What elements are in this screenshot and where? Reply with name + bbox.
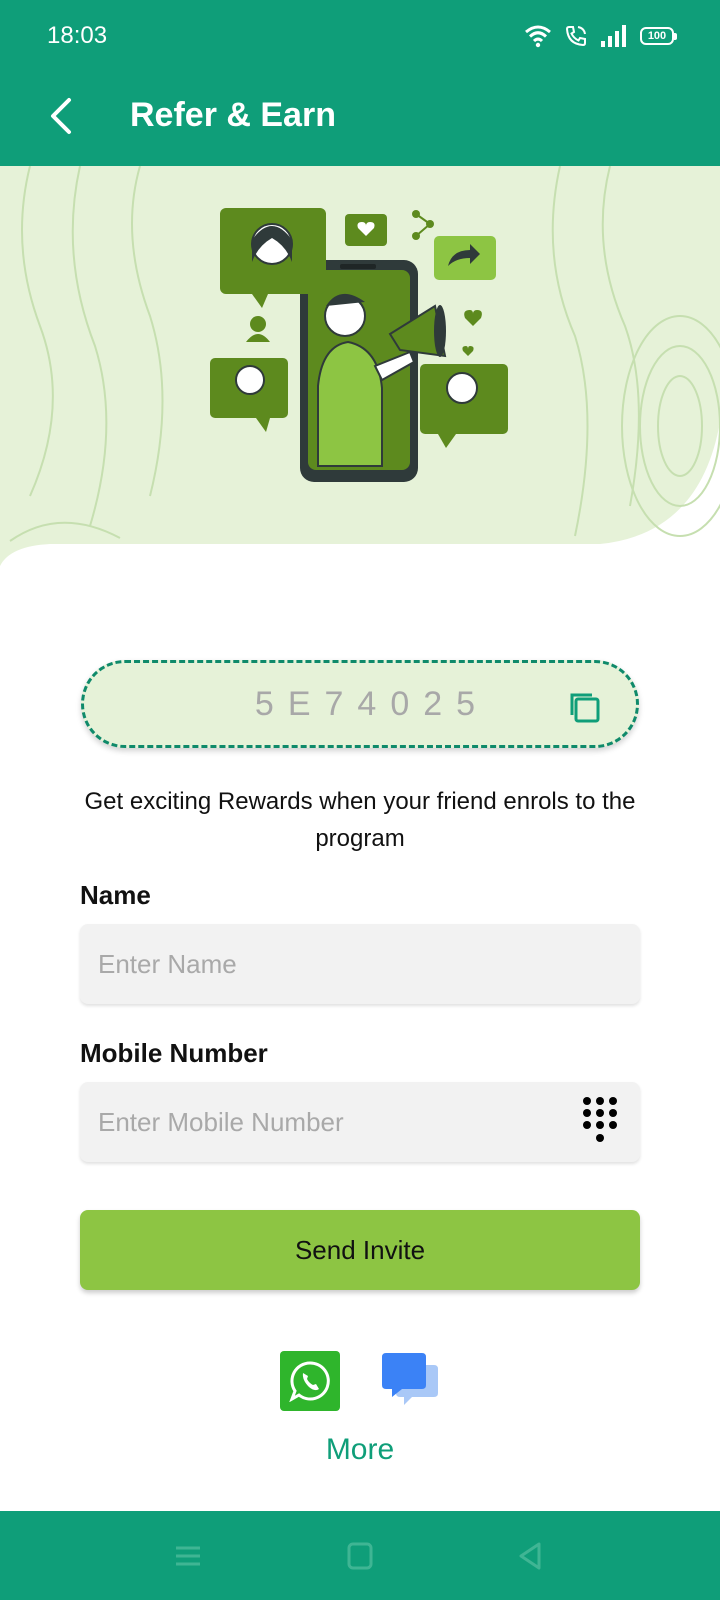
more-share-link[interactable]: More	[300, 1433, 420, 1467]
hero-illustration	[0, 166, 720, 586]
send-invite-button[interactable]: Send Invite	[80, 1210, 640, 1290]
home-icon	[347, 1542, 373, 1570]
signal-icon	[601, 25, 626, 47]
status-icons: 100	[524, 22, 677, 50]
status-bar: 18:03 100	[0, 0, 720, 70]
refer-illustration	[0, 166, 720, 566]
dialpad-button[interactable]	[582, 1096, 618, 1146]
status-time: 18:03	[47, 22, 108, 49]
app-bar: Refer & Earn	[0, 70, 720, 166]
menu-nav-button[interactable]	[170, 1539, 206, 1573]
copy-code-button[interactable]	[566, 689, 602, 725]
back-arrow-icon	[51, 98, 71, 134]
home-nav-button[interactable]	[342, 1539, 378, 1573]
rewards-description: Get exciting Rewards when your friend en…	[84, 788, 636, 852]
battery-icon: 100	[640, 27, 677, 45]
message-share-button[interactable]	[382, 1353, 438, 1409]
whatsapp-share-button[interactable]	[280, 1351, 340, 1411]
call-icon	[565, 26, 586, 47]
whatsapp-icon	[289, 1361, 330, 1402]
mobile-input[interactable]	[80, 1082, 640, 1162]
menu-icon	[176, 1546, 200, 1566]
page-title: Refer & Earn	[130, 96, 336, 134]
system-nav-bar	[0, 1511, 720, 1600]
message-icon	[382, 1353, 438, 1405]
name-input[interactable]	[80, 924, 640, 1004]
back-nav-button[interactable]	[512, 1539, 548, 1573]
mobile-label: Mobile Number	[80, 1038, 268, 1068]
dialpad-icon	[583, 1097, 617, 1142]
copy-icon	[570, 693, 600, 723]
back-button[interactable]	[32, 88, 88, 144]
back-nav-icon	[519, 1542, 541, 1570]
name-label: Name	[80, 880, 151, 910]
wifi-icon	[525, 25, 551, 48]
referral-code-box: 5E74025	[81, 660, 639, 748]
referral-code: 5E74025	[254, 685, 490, 723]
